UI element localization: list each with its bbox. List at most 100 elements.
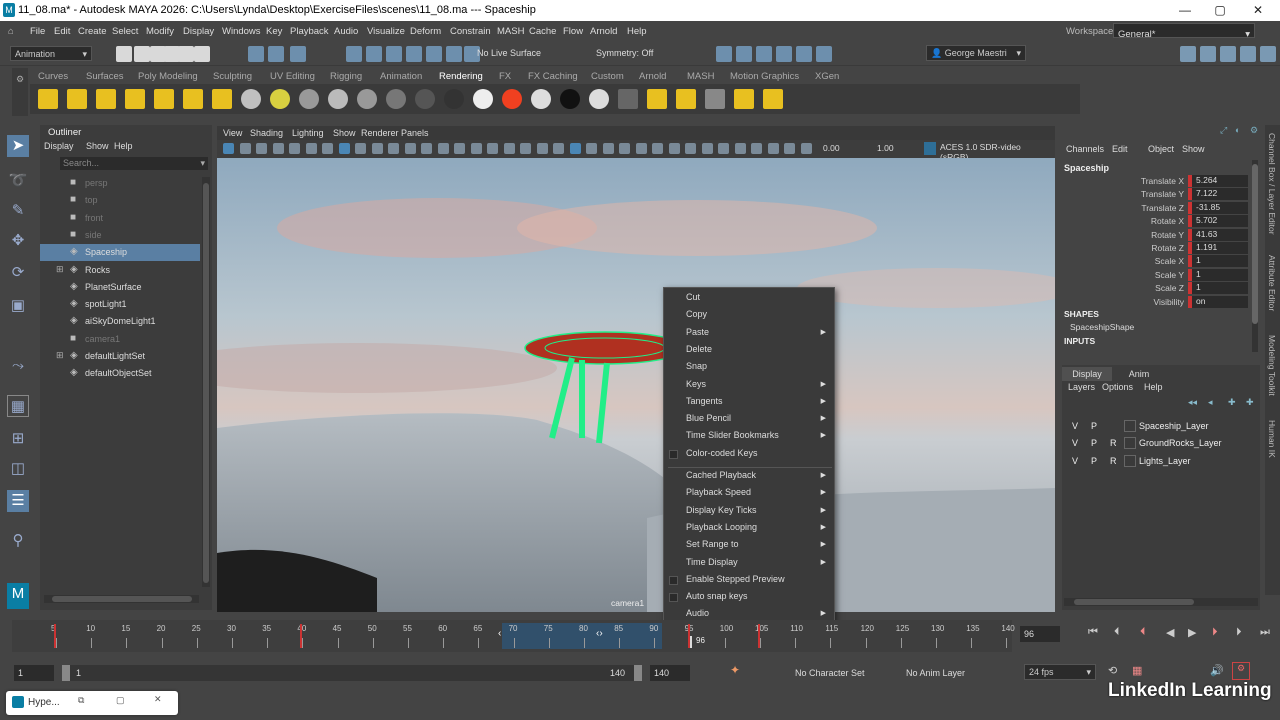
attribute-editor-tab[interactable]: Attribute Editor <box>1267 255 1277 311</box>
shelf-tab-fx[interactable]: FX <box>499 71 511 82</box>
range-slider-left-handle[interactable] <box>62 665 70 681</box>
four-view-icon[interactable]: ⊞ <box>7 428 29 450</box>
menu-modify[interactable]: Modify <box>146 26 174 37</box>
viewport-menu-show[interactable]: Show <box>333 128 356 138</box>
play-backward-icon[interactable]: ◀ <box>1166 626 1174 639</box>
channel-value[interactable]: 1 <box>1192 268 1248 281</box>
toon-white-icon[interactable] <box>531 89 551 109</box>
channel-scale-y[interactable]: Scale Y 1 <box>1060 268 1250 282</box>
redo-icon[interactable] <box>194 46 210 62</box>
maximize-button[interactable]: ▢ <box>1200 0 1240 21</box>
light-point-icon[interactable] <box>96 89 116 109</box>
channel-scale-z[interactable]: Scale Z 1 <box>1060 282 1250 295</box>
layer-playback-toggle[interactable]: P <box>1091 438 1097 448</box>
range-slider[interactable]: 1 140 <box>62 665 642 681</box>
channel-rotate-y[interactable]: Rotate Y 41.63 <box>1060 228 1250 242</box>
sphere-material-icon[interactable] <box>241 89 261 109</box>
select-object-icon[interactable] <box>268 46 284 62</box>
context-item-auto-snap-keys[interactable]: Auto snap keys <box>686 591 832 608</box>
shelf-tab-curves[interactable]: Curves <box>38 71 68 82</box>
channel-value[interactable]: 7.122 <box>1192 188 1248 201</box>
shelf-tab-animation[interactable]: Animation <box>380 71 422 82</box>
render-seq-icon[interactable] <box>647 89 667 109</box>
expand-icon[interactable]: ⊞ <box>56 264 64 275</box>
channel-value[interactable]: 1.191 <box>1192 242 1248 254</box>
shelf-tab-arnold[interactable]: Arnold <box>639 71 666 82</box>
light-ambient-icon[interactable] <box>38 89 58 109</box>
viewport-tool-icon[interactable] <box>338 143 350 154</box>
single-view-icon[interactable]: ▦ <box>7 395 29 417</box>
layout-icon[interactable] <box>1200 46 1216 62</box>
channel-translate-y[interactable]: Translate Y 7.122 <box>1060 188 1250 201</box>
close-button[interactable]: ✕ <box>1238 0 1278 21</box>
light-spot-icon[interactable] <box>125 89 145 109</box>
shelf-tab-xgen[interactable]: XGen <box>815 71 839 82</box>
viewport-menu-panels[interactable]: Panels <box>401 128 429 138</box>
channel-value[interactable]: on <box>1192 295 1248 308</box>
viewport-menu-shading[interactable]: Shading <box>250 128 283 138</box>
scale-tool-icon[interactable]: ▣ <box>7 295 29 317</box>
outliner-item-side[interactable]: ■ side <box>40 227 200 244</box>
step-back-key-icon[interactable]: ⏴ <box>1140 626 1146 639</box>
channel-value[interactable]: -31.85 <box>1192 201 1248 214</box>
context-item-enable-stepped-preview[interactable]: Enable Stepped Preview <box>686 574 832 591</box>
outliner-menu-help[interactable]: Help <box>114 141 133 151</box>
viewport-tool-icon[interactable] <box>404 143 416 154</box>
channel-value[interactable]: 5.264 <box>1192 175 1248 187</box>
outliner-item-defaultobjectset[interactable]: ◈ defaultObjectSet <box>40 365 200 382</box>
channelbox-menu-edit[interactable]: Edit <box>1112 144 1128 154</box>
viewport-tool-icon[interactable] <box>586 143 597 154</box>
render-frame-icon[interactable] <box>716 46 732 62</box>
workspace-dropdown[interactable]: General* ▾ <box>1113 23 1255 40</box>
viewport-tool-icon[interactable] <box>718 143 729 154</box>
go-to-end-icon[interactable]: ⏭ <box>1260 626 1270 639</box>
help-icon[interactable]: ◐ <box>1235 125 1240 135</box>
viewport-tool-icon[interactable] <box>635 143 647 154</box>
context-item-cut[interactable]: Cut <box>686 292 832 309</box>
outliner-item-spaceship[interactable]: ◈ Spaceship <box>40 244 200 262</box>
viewport-tool-icon[interactable] <box>487 143 498 154</box>
layer-row[interactable]: V P Spaceship_Layer <box>1062 418 1260 435</box>
viewport-tool-icon[interactable] <box>256 143 267 154</box>
channel-value[interactable]: 1 <box>1192 282 1248 295</box>
camera-icon[interactable] <box>1220 46 1236 62</box>
menu-key[interactable]: Key <box>266 26 282 37</box>
viewport-tool-icon[interactable] <box>437 143 449 154</box>
undo-icon[interactable] <box>178 46 194 62</box>
layer-visibility-toggle[interactable]: V <box>1072 438 1078 448</box>
layer-menu-help[interactable]: Help <box>1144 382 1163 392</box>
viewport-tool-icon[interactable] <box>272 143 284 154</box>
viewport-tool-icon[interactable] <box>223 143 234 154</box>
surface-shader-icon[interactable] <box>386 89 406 109</box>
viewport-tool-icon[interactable] <box>454 143 465 154</box>
viewport-tool-icon[interactable] <box>289 143 300 154</box>
channel-rotate-z[interactable]: Rotate Z 1.191 <box>1060 242 1250 255</box>
outliner-item-spotlight1[interactable]: ◈ spotLight1 <box>40 296 200 313</box>
human-ik-tab[interactable]: Human IK <box>1267 420 1277 458</box>
cache-icon[interactable]: ▦ <box>1132 664 1142 677</box>
checkbox-icon[interactable] <box>669 593 678 603</box>
snap-point-icon[interactable] <box>386 46 402 62</box>
context-item-copy[interactable]: Copy <box>686 309 832 326</box>
outliner-item-planetsurface[interactable]: ◈ PlanetSurface <box>40 279 200 296</box>
context-item-keys[interactable]: Keys <box>686 379 832 396</box>
layer-row[interactable]: V P R GroundRocks_Layer <box>1062 435 1260 452</box>
keyframe-marker[interactable] <box>54 624 56 648</box>
render-settings-icon[interactable] <box>756 46 772 62</box>
lambert-icon[interactable] <box>270 89 290 109</box>
paint-select-icon[interactable]: ✎ <box>7 200 29 222</box>
channel-box-tab[interactable]: Channel Box / Layer Editor <box>1267 133 1277 235</box>
menu-create[interactable]: Create <box>78 26 107 37</box>
modeling-toolkit-tab[interactable]: Modeling Toolkit <box>1267 335 1277 396</box>
channel-rotate-x[interactable]: Rotate X 5.702 <box>1060 215 1250 228</box>
make-live-icon[interactable] <box>446 46 462 62</box>
layer-reference-toggle[interactable]: R <box>1110 456 1117 466</box>
menu-help[interactable]: Help <box>627 26 647 37</box>
viewport-tool-icon[interactable] <box>652 143 663 154</box>
context-item-playback-looping[interactable]: Playback Looping <box>686 522 832 539</box>
symmetry-field[interactable]: Symmetry: Off <box>596 48 653 58</box>
anisotropic-icon[interactable] <box>357 89 377 109</box>
light-directional-icon[interactable] <box>67 89 87 109</box>
viewport-tool-icon[interactable] <box>520 143 531 154</box>
rotate-tool-icon[interactable]: ⟳ <box>7 262 29 284</box>
